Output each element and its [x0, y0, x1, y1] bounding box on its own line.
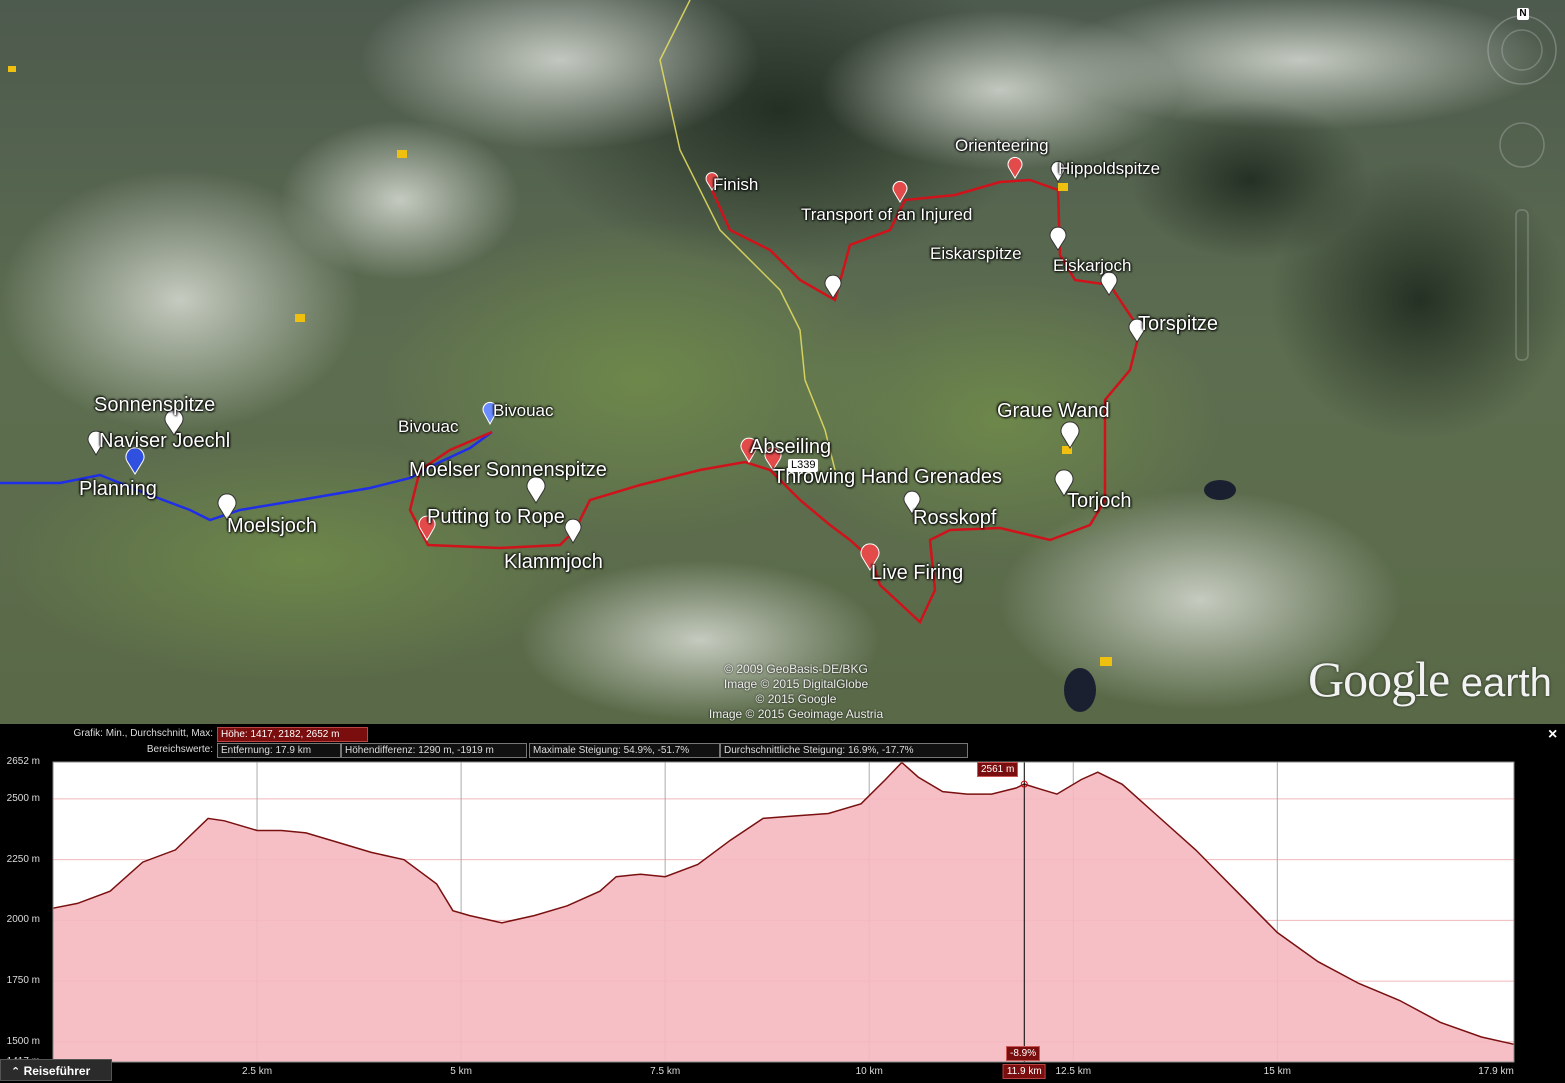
copyright-line: Image © 2015 Geoimage Austria [708, 707, 884, 721]
google-earth-logo: Google earth [1308, 650, 1552, 708]
copyright-line: © 2009 GeoBasis-DE/BKG [724, 662, 868, 676]
map-view[interactable]: N Finish Orienteering Hippoldspitze Tran… [0, 0, 1565, 724]
road-label: L339 [788, 459, 819, 472]
placemark-planning[interactable]: Planning [79, 479, 157, 499]
navigation-controls[interactable] [1480, 0, 1565, 380]
y-tick-label: 2500 m [6, 792, 40, 804]
placemark-graue-wand[interactable]: Graue Wand [997, 401, 1110, 421]
x-tick-label: 17.9 km [1478, 1066, 1514, 1077]
x-tick-label: 12.5 km [1055, 1066, 1092, 1077]
placemark-orienteering[interactable]: Orienteering [955, 137, 1049, 154]
placemark-rosskopf[interactable]: Rosskopf [913, 508, 996, 528]
placemark-transport[interactable]: Transport of an Injured [801, 206, 972, 223]
logo-earth: earth [1460, 661, 1552, 705]
elevation-profile-panel: Grafik: Min., Durchschnitt, Max: Höhe: 1… [0, 724, 1565, 1083]
y-tick-label: 1750 m [6, 975, 40, 987]
x-tick-label: 10 km [855, 1066, 883, 1077]
cursor-slope: -8.9% [1006, 1046, 1041, 1061]
imagery-copyright: © 2009 GeoBasis-DE/BKG Image © 2015 Digi… [686, 662, 906, 722]
placemark-putting-to-rope[interactable]: Putting to Rope [427, 507, 565, 527]
placemark-torspitze[interactable]: Torspitze [1138, 314, 1218, 334]
x-tick-label: 15 km [1263, 1066, 1291, 1077]
cursor-elevation: 2561 m [977, 762, 1019, 777]
placemark-live-firing[interactable]: Live Firing [871, 563, 963, 583]
x-tick-label: 7.5 km [650, 1066, 681, 1077]
placemark-eiskarspitze[interactable]: Eiskarspitze [930, 245, 1022, 262]
placemark-moelser-sonnenspitze[interactable]: Moelser Sonnenspitze [409, 460, 607, 480]
placemark-bivouac-right[interactable]: Bivouac [493, 402, 553, 419]
placemark-finish[interactable]: Finish [713, 176, 758, 193]
placemark-klammjoch[interactable]: Klammjoch [504, 552, 603, 572]
placemark-moelsjoch[interactable]: Moelsjoch [227, 516, 317, 536]
north-indicator[interactable]: N [1517, 8, 1529, 20]
placemark-abseiling[interactable]: Abseiling [750, 437, 831, 457]
placemark-hippoldspitze[interactable]: Hippoldspitze [1058, 160, 1160, 177]
travel-guide-button[interactable]: ⌃ Reiseführer [0, 1059, 112, 1081]
copyright-line: Image © 2015 DigitalGlobe [723, 677, 869, 691]
elevation-chart[interactable] [0, 724, 1565, 1083]
logo-google: Google [1308, 651, 1450, 707]
terrain-image [0, 0, 1565, 724]
y-tick-label: 2250 m [6, 853, 40, 865]
travel-guide-label: Reiseführer [23, 1064, 91, 1078]
double-chevron-up-icon: ⌃ [11, 1066, 21, 1078]
y-tick-label: 2000 m [6, 914, 40, 926]
placemark-bivouac-left[interactable]: Bivouac [398, 418, 458, 435]
x-tick-label: 2.5 km [242, 1066, 273, 1077]
x-tick-label: 11.9 km [1002, 1064, 1046, 1079]
copyright-line: © 2015 Google [755, 692, 837, 706]
placemark-naviser-joechl[interactable]: Naviser Joechl [99, 431, 230, 451]
placemark-torjoch[interactable]: Torjoch [1067, 491, 1131, 511]
placemark-eiskarjoch[interactable]: Eiskarjoch [1053, 257, 1131, 274]
y-tick-label: 1500 m [6, 1035, 40, 1047]
y-tick-label: 2652 m [6, 756, 40, 767]
x-tick-label: 5 km [450, 1066, 472, 1077]
placemark-sonnenspitze[interactable]: Sonnenspitze [94, 395, 215, 415]
